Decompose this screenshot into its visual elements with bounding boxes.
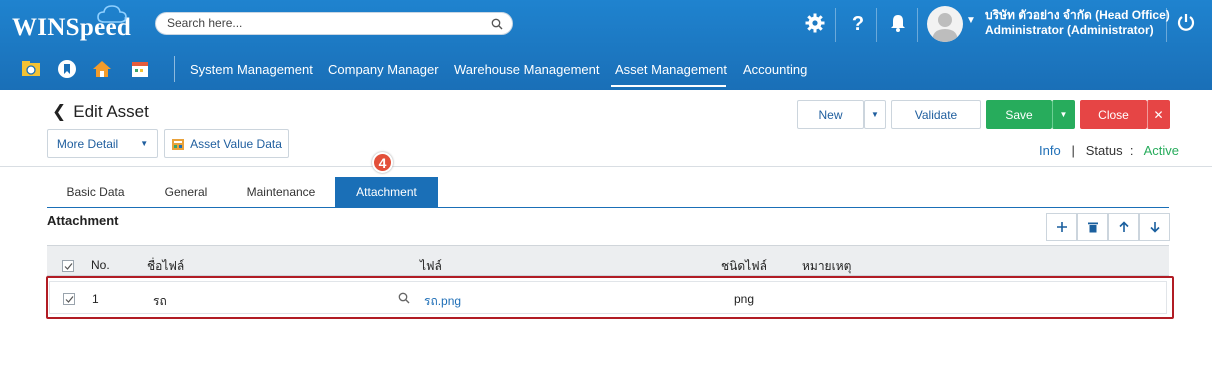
bell-icon[interactable] xyxy=(887,12,909,34)
tab-basic-data[interactable]: Basic Data xyxy=(47,177,144,207)
new-button[interactable]: New xyxy=(797,100,864,129)
validate-button[interactable]: Validate xyxy=(891,100,981,129)
search-input[interactable] xyxy=(167,16,477,30)
table-header: No. ชื่อไฟล์ ไฟล์ ชนิดไฟล์ หมายเหตุ xyxy=(47,245,1169,276)
close-icon: ✕ xyxy=(1153,107,1164,122)
tab-attachment[interactable]: Attachment xyxy=(335,177,438,207)
save-dropdown-button[interactable]: ▼ xyxy=(1052,100,1075,129)
status-label: Status xyxy=(1085,143,1123,158)
back-arrow-icon[interactable]: ❮ xyxy=(52,102,66,121)
menu-asset-management[interactable]: Asset Management xyxy=(615,62,727,77)
power-icon[interactable] xyxy=(1176,12,1196,32)
caret-down-icon: ▼ xyxy=(140,139,149,148)
divider xyxy=(917,8,918,42)
menu-system-management[interactable]: System Management xyxy=(190,62,313,77)
arrow-up-icon xyxy=(1118,221,1129,232)
home-icon[interactable] xyxy=(92,59,112,79)
column-header-no[interactable]: No. xyxy=(91,258,110,272)
save-button[interactable]: Save xyxy=(986,100,1052,129)
help-icon[interactable]: ? xyxy=(847,12,869,34)
tab-underline xyxy=(47,207,1169,208)
close-button[interactable]: Close xyxy=(1080,100,1147,129)
svg-text:?: ? xyxy=(852,13,864,34)
delete-button[interactable] xyxy=(1077,213,1108,241)
step-badge: 4 xyxy=(372,152,393,173)
company-name: บริษัท ตัวอย่าง จำกัด (Head Office) xyxy=(985,8,1170,22)
column-header-remark[interactable]: หมายเหตุ xyxy=(802,257,851,276)
avatar[interactable] xyxy=(927,6,963,42)
divider xyxy=(876,8,877,42)
gear-icon[interactable] xyxy=(804,12,826,34)
search-box[interactable] xyxy=(155,12,513,35)
column-header-file[interactable]: ไฟล์ xyxy=(420,257,442,276)
user-name: Administrator (Administrator) xyxy=(985,23,1154,37)
move-up-button[interactable] xyxy=(1108,213,1139,241)
folder-clock-icon[interactable] xyxy=(21,59,41,79)
active-menu-indicator xyxy=(611,85,726,87)
menu-warehouse-management[interactable]: Warehouse Management xyxy=(454,62,600,77)
trash-icon xyxy=(1087,222,1098,233)
arrow-down-icon xyxy=(1149,222,1160,233)
asset-value-icon xyxy=(172,138,185,150)
calendar-icon[interactable] xyxy=(130,59,150,79)
caret-down-icon: ▼ xyxy=(1059,110,1068,119)
more-detail-button[interactable]: More Detail ▼ xyxy=(47,129,158,158)
plus-icon xyxy=(1056,222,1067,232)
status-badge: Active xyxy=(1143,143,1180,158)
highlight-box xyxy=(46,276,1174,319)
select-all-checkbox[interactable] xyxy=(62,260,74,272)
caret-down-icon: ▼ xyxy=(871,110,879,119)
menu-company-manager[interactable]: Company Manager xyxy=(328,62,439,77)
info-link[interactable]: Info xyxy=(1039,143,1061,158)
section-title: Attachment xyxy=(47,213,119,228)
move-down-button[interactable] xyxy=(1139,213,1170,241)
chevron-down-icon[interactable]: ▼ xyxy=(966,15,976,26)
user-icon xyxy=(932,13,958,42)
status-divider: | xyxy=(1064,143,1083,158)
bookmark-icon[interactable] xyxy=(57,59,77,79)
divider xyxy=(835,8,836,42)
tab-maintenance[interactable]: Maintenance xyxy=(228,177,334,207)
menu-accounting[interactable]: Accounting xyxy=(743,62,807,77)
tab-general[interactable]: General xyxy=(144,177,228,207)
status-area: Info | Status : Active xyxy=(1039,143,1179,158)
add-button[interactable] xyxy=(1046,213,1077,241)
header-divider xyxy=(0,166,1212,167)
status-colon: : xyxy=(1126,143,1141,158)
menu-divider xyxy=(174,56,175,82)
check-icon xyxy=(64,263,73,270)
user-info[interactable]: บริษัท ตัวอย่าง จำกัด (Head Office) Admi… xyxy=(985,8,1170,38)
new-dropdown-button[interactable]: ▼ xyxy=(864,100,886,129)
close-x-button[interactable]: ✕ xyxy=(1147,100,1170,129)
cloud-icon xyxy=(97,5,127,23)
column-header-file-name[interactable]: ชื่อไฟล์ xyxy=(147,257,184,276)
divider xyxy=(1166,8,1167,42)
page-title: ❮ Edit Asset xyxy=(52,102,149,121)
asset-value-data-button[interactable]: Asset Value Data xyxy=(164,129,289,158)
column-header-file-type[interactable]: ชนิดไฟล์ xyxy=(721,257,767,276)
search-icon[interactable] xyxy=(491,18,503,30)
